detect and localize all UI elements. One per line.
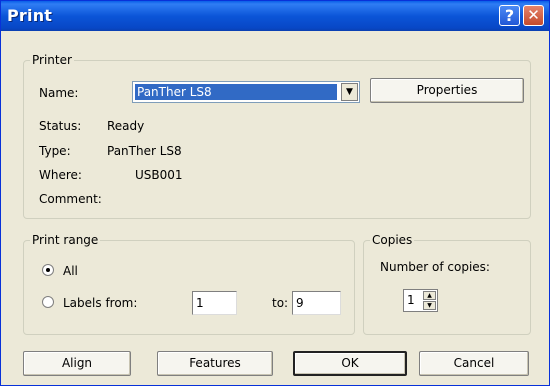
printer-name-select[interactable]: PanTher LS8 ▼ (132, 81, 360, 103)
status-label: Status: (39, 119, 82, 133)
name-label: Name: (39, 86, 79, 100)
print-range-legend: Print range (32, 233, 99, 247)
number-of-copies-label: Number of copies: (380, 260, 490, 274)
chevron-down-icon[interactable]: ▼ (341, 83, 358, 101)
stepper-arrows: ▲ ▼ (423, 291, 436, 310)
where-label: Where: (39, 168, 82, 182)
where-value: USB001 (135, 168, 183, 182)
copies-legend: Copies (372, 233, 413, 247)
print-dialog: Print ? ✕ Printer Name: PanTher LS8 ▼ Pr… (0, 0, 550, 386)
properties-button[interactable]: Properties (370, 78, 524, 103)
stepper-up-icon[interactable]: ▲ (423, 291, 436, 300)
status-value: Ready (107, 119, 145, 133)
from-input[interactable]: 1 (192, 291, 237, 315)
stepper-down-icon[interactable]: ▼ (423, 301, 436, 310)
cancel-button[interactable]: Cancel (419, 351, 529, 376)
to-input[interactable]: 9 (292, 291, 341, 315)
printer-name-value: PanTher LS8 (135, 84, 337, 100)
comment-label: Comment: (39, 192, 102, 206)
print-range-group: Print range (23, 233, 355, 335)
labels-from-radio[interactable] (42, 296, 54, 308)
type-label: Type: (39, 144, 71, 158)
labels-from-label: Labels from: (63, 296, 138, 310)
dialog-title: Print (7, 6, 53, 25)
all-label: All (63, 264, 78, 278)
features-button[interactable]: Features (157, 351, 273, 376)
align-button[interactable]: Align (23, 351, 131, 376)
title-bar: Print ? ✕ (1, 1, 549, 31)
copies-value: 1 (407, 293, 415, 307)
type-value: PanTher LS8 (107, 144, 182, 158)
to-label: to: (272, 296, 289, 310)
printer-group-legend: Printer (32, 53, 72, 67)
copies-stepper[interactable]: 1 ▲ ▼ (403, 289, 438, 312)
help-icon[interactable]: ? (499, 5, 520, 26)
ok-button[interactable]: OK (293, 351, 407, 376)
all-radio[interactable] (42, 264, 54, 276)
close-icon[interactable]: ✕ (523, 5, 544, 26)
copies-group: Copies (363, 233, 531, 335)
